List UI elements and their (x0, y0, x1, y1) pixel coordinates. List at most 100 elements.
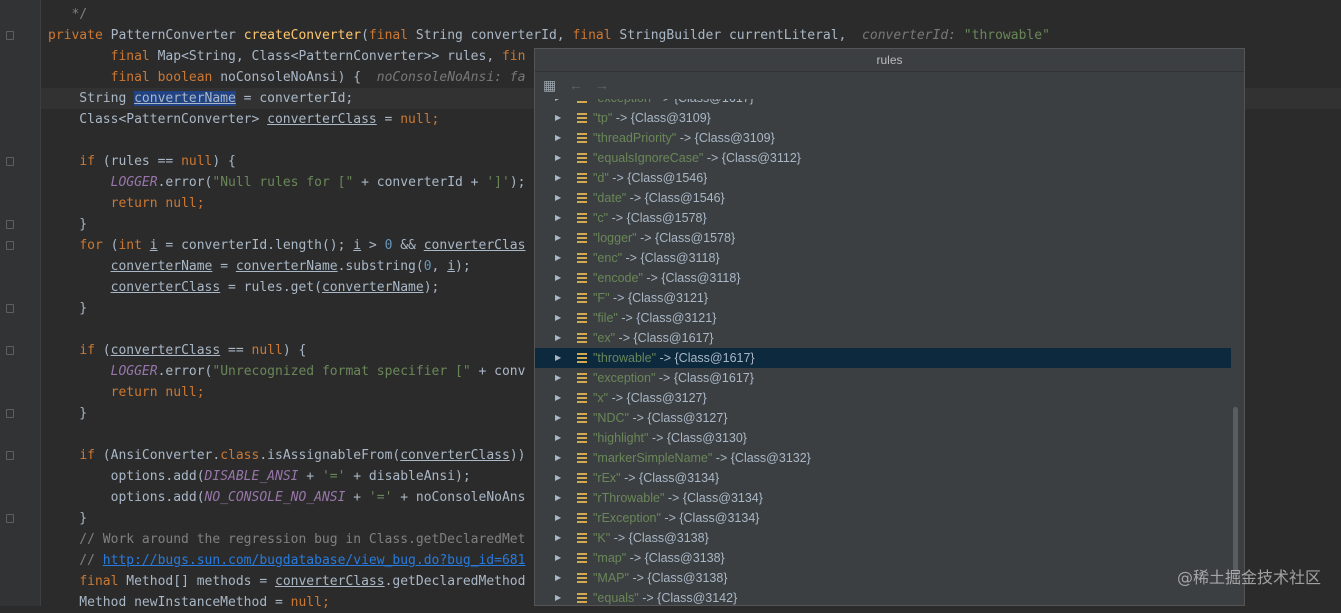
code-line: converterClass = rules.get(converterName… (48, 277, 440, 298)
entry-key: "markerSimpleName" (593, 451, 713, 465)
code-token: return null; (110, 385, 205, 400)
fold-marker-icon[interactable] (6, 31, 14, 40)
expand-arrow-icon[interactable]: ▶ (555, 248, 567, 268)
rules-entry-row[interactable]: ▶ "markerSimpleName" -> {Class@3132} (535, 448, 1231, 468)
expand-arrow-icon[interactable]: ▶ (555, 488, 567, 508)
expand-arrow-icon[interactable]: ▶ (555, 228, 567, 248)
rules-entry-row[interactable]: ▶ "F" -> {Class@3121} (535, 288, 1231, 308)
expand-arrow-icon[interactable]: ▶ (555, 548, 567, 568)
rules-entry-row[interactable]: ▶ "equalsIgnoreCase" -> {Class@3112} (535, 148, 1231, 168)
fold-marker-icon[interactable] (6, 220, 14, 229)
expand-arrow-icon[interactable]: ▶ (555, 368, 567, 388)
code-token: converterClass (275, 574, 385, 589)
code-line: private PatternConverter createConverter… (48, 25, 1050, 46)
expand-arrow-icon[interactable]: ▶ (555, 508, 567, 528)
rules-entry-row[interactable]: ▶ "equals" -> {Class@3142} (535, 588, 1231, 607)
expand-arrow-icon[interactable]: ▶ (555, 128, 567, 148)
code-line: LOGGER.error("Unrecognized format specif… (48, 361, 526, 382)
fold-marker-icon[interactable] (6, 514, 14, 523)
code-line: */ (48, 4, 87, 25)
rules-entry-row[interactable]: ▶ "map" -> {Class@3138} (535, 548, 1231, 568)
fold-marker-icon[interactable] (6, 346, 14, 355)
code-token: i (149, 238, 158, 253)
rules-entry-text: "file" -> {Class@3121} (593, 308, 716, 328)
expand-arrow-icon[interactable]: ▶ (555, 428, 567, 448)
expand-arrow-icon[interactable]: ▶ (555, 188, 567, 208)
expand-arrow-icon[interactable]: ▶ (555, 388, 567, 408)
entry-arrow: -> (648, 431, 667, 445)
expand-arrow-icon[interactable]: ▶ (555, 308, 567, 328)
expand-arrow-icon[interactable]: ▶ (555, 208, 567, 228)
table-view-icon[interactable]: ▦ (543, 77, 556, 94)
expand-arrow-icon[interactable]: ▶ (555, 168, 567, 188)
rules-entry-row[interactable]: ▶ "file" -> {Class@3121} (535, 308, 1231, 328)
code-token: ( (361, 28, 369, 43)
expand-arrow-icon[interactable]: ▶ (555, 268, 567, 288)
expand-arrow-icon[interactable]: ▶ (555, 99, 567, 108)
expand-arrow-icon[interactable]: ▶ (555, 448, 567, 468)
back-arrow-icon[interactable]: ← (569, 77, 583, 93)
entry-key: "NDC" (593, 411, 629, 425)
rules-entry-row[interactable]: ▶ "x" -> {Class@3127} (535, 388, 1231, 408)
entry-arrow: -> (620, 471, 640, 485)
rules-entry-row[interactable]: ▶ "rEx" -> {Class@3134} (535, 468, 1231, 488)
entry-value: {Class@3138} (644, 551, 725, 565)
expand-arrow-icon[interactable]: ▶ (555, 288, 567, 308)
entry-arrow: -> (608, 171, 628, 185)
code-token: + conv (470, 364, 526, 379)
rules-entry-row[interactable]: ▶ "rThrowable" -> {Class@3134} (535, 488, 1231, 508)
rules-entry-row[interactable]: ▶ "highlight" -> {Class@3130} (535, 428, 1231, 448)
vertical-scrollbar[interactable] (1233, 407, 1238, 577)
rules-entry-row[interactable]: ▶ "d" -> {Class@1546} (535, 168, 1231, 188)
code-line: } (48, 298, 87, 319)
code-line: String converterName = converterId; (48, 88, 353, 109)
fold-marker-icon[interactable] (6, 451, 14, 460)
fold-marker-icon[interactable] (6, 241, 14, 250)
rules-entry-row[interactable]: ▶ "K" -> {Class@3138} (535, 528, 1231, 548)
rules-inspect-popup[interactable]: rules ▦ ← → ▶ "exception" -> {Class@1617}… (534, 48, 1245, 606)
code-token: fin (501, 49, 526, 64)
rules-entry-row[interactable]: ▶ "date" -> {Class@1546} (535, 188, 1231, 208)
expand-arrow-icon[interactable]: ▶ (555, 568, 567, 588)
popup-toolbar: ▦ ← → (535, 72, 1244, 100)
expand-arrow-icon[interactable]: ▶ (555, 408, 567, 428)
code-token: String (48, 91, 135, 106)
fold-marker-icon[interactable] (6, 304, 14, 313)
rules-entry-row[interactable]: ▶ "NDC" -> {Class@3127} (535, 408, 1231, 428)
rules-entry-row[interactable]: ▶ "rException" -> {Class@3134} (535, 508, 1231, 528)
entry-value: {Class@3112} (721, 151, 801, 165)
entry-value: {Class@3130} (666, 431, 747, 445)
entry-value: {Class@1617} (633, 331, 714, 345)
code-token: + (298, 469, 322, 484)
expand-arrow-icon[interactable]: ▶ (555, 588, 567, 607)
rules-entry-row[interactable]: ▶ "enc" -> {Class@3118} (535, 248, 1231, 268)
expand-arrow-icon[interactable]: ▶ (555, 328, 567, 348)
code-token: "Null rules for [" (212, 175, 354, 190)
rules-entry-row[interactable]: ▶ "throwable" -> {Class@1617} (535, 348, 1231, 368)
rules-entry-row[interactable]: ▶ "exception" -> {Class@1617} (535, 99, 1231, 108)
expand-arrow-icon[interactable]: ▶ (555, 468, 567, 488)
rules-entry-row[interactable]: ▶ "ex" -> {Class@1617} (535, 328, 1231, 348)
expand-arrow-icon[interactable]: ▶ (555, 528, 567, 548)
fold-marker-icon[interactable] (6, 157, 14, 166)
rules-tree[interactable]: ▶ "exception" -> {Class@1617} ▶ "tp" -> {Cl… (535, 99, 1231, 607)
code-token: options.add( (48, 490, 205, 505)
rules-entry-row[interactable]: ▶ "encode" -> {Class@3118} (535, 268, 1231, 288)
forward-arrow-icon[interactable]: → (595, 77, 609, 93)
rules-entry-row[interactable]: ▶ "tp" -> {Class@3109} (535, 108, 1231, 128)
expand-arrow-icon[interactable]: ▶ (555, 148, 567, 168)
code-token: return null; (110, 196, 205, 211)
rules-entry-row[interactable]: ▶ "logger" -> {Class@1578} (535, 228, 1231, 248)
entry-key: "exception" (593, 371, 656, 385)
expand-arrow-icon[interactable]: ▶ (555, 108, 567, 128)
rules-entry-row[interactable]: ▶ "exception" -> {Class@1617} (535, 368, 1231, 388)
rules-entry-row[interactable]: ▶ "threadPriority" -> {Class@3109} (535, 128, 1231, 148)
rules-entry-row[interactable]: ▶ "c" -> {Class@1578} (535, 208, 1231, 228)
fold-marker-icon[interactable] (6, 409, 14, 418)
code-token: ; (321, 595, 330, 610)
entry-arrow: -> (626, 191, 645, 205)
rules-entry-row[interactable]: ▶ "MAP" -> {Class@3138} (535, 568, 1231, 588)
expand-arrow-icon[interactable]: ▶ (555, 348, 567, 368)
